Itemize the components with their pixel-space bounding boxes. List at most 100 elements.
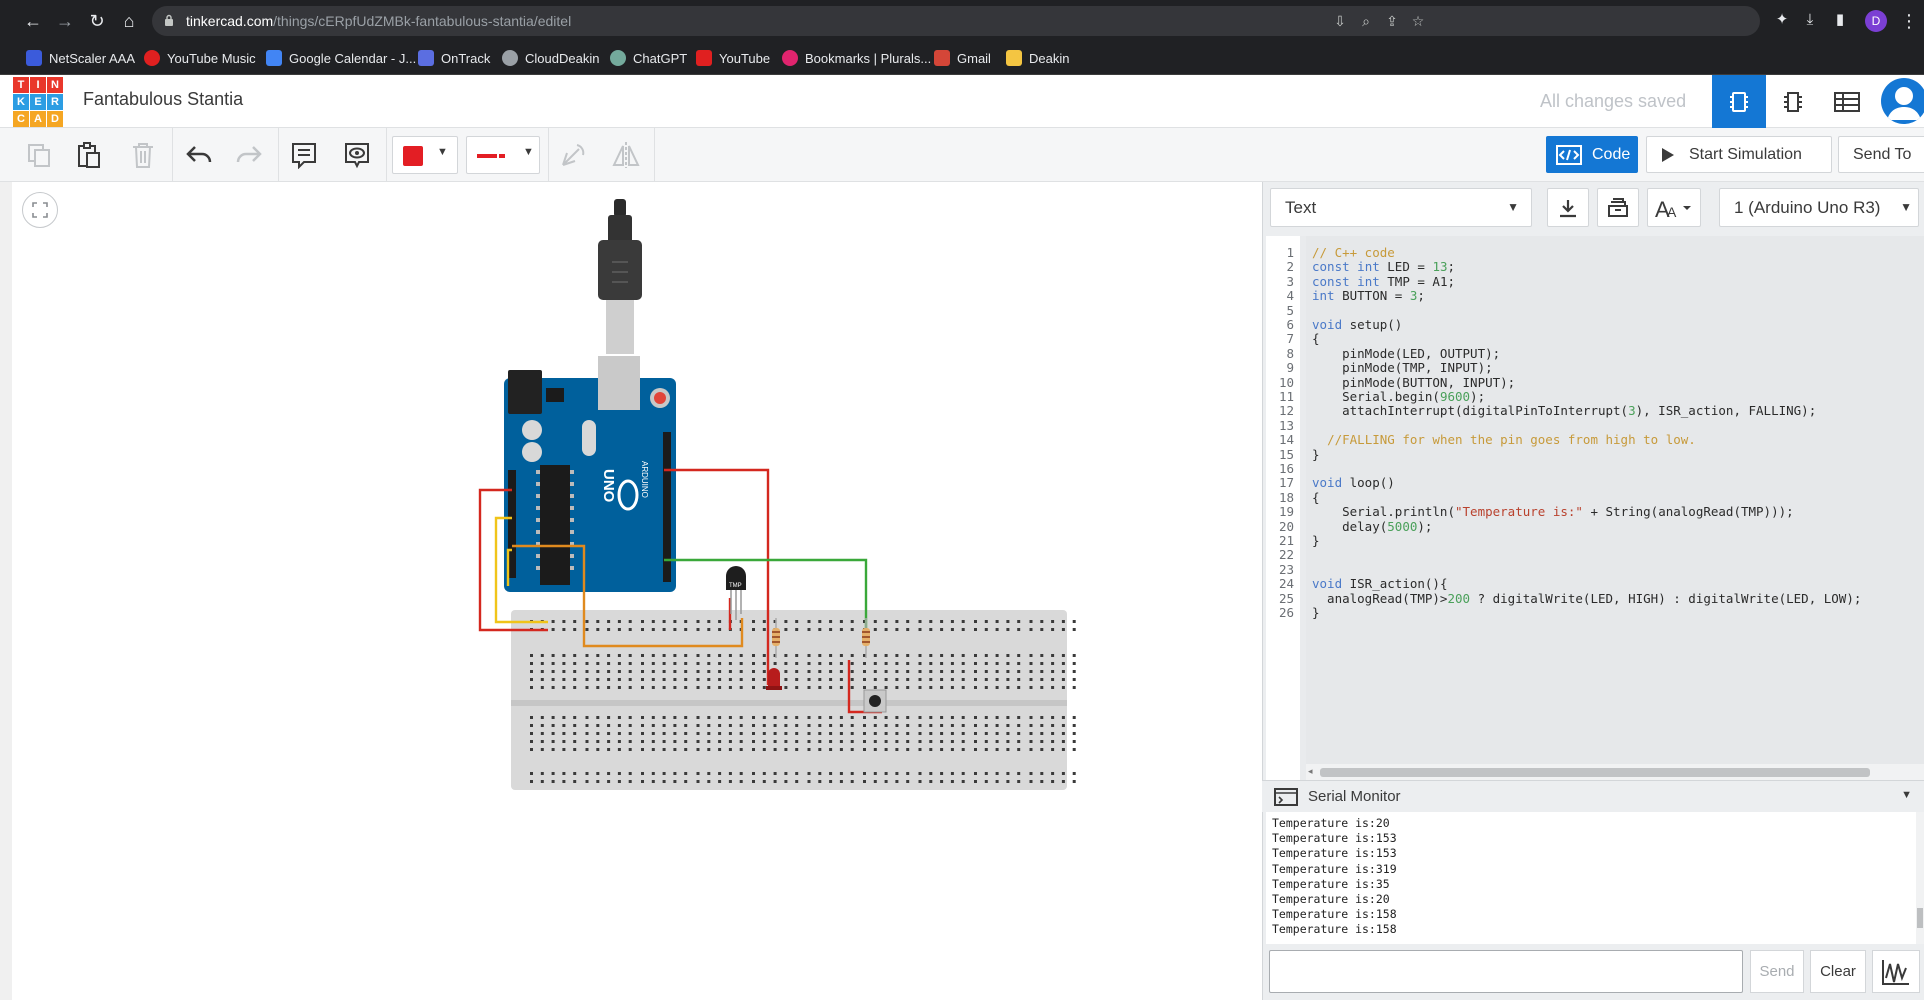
- breadboard-hole[interactable]: [596, 740, 600, 743]
- breadboard-hole[interactable]: [752, 628, 755, 631]
- breadboard-hole[interactable]: [829, 654, 833, 657]
- serial-input[interactable]: [1269, 950, 1743, 993]
- breadboard-hole[interactable]: [696, 654, 700, 657]
- breadboard-hole[interactable]: [884, 654, 888, 657]
- breadboard-hole[interactable]: [718, 654, 722, 657]
- breadboard-hole[interactable]: [573, 732, 577, 735]
- breadboard-hole[interactable]: [1072, 716, 1076, 719]
- breadboard-hole[interactable]: [762, 662, 766, 665]
- breadboard-hole[interactable]: [1006, 772, 1010, 775]
- breadboard-hole[interactable]: [950, 748, 954, 751]
- serial-monitor-header[interactable]: Serial Monitor ▼: [1262, 780, 1924, 812]
- breadboard-hole[interactable]: [1061, 654, 1065, 657]
- breadboard-hole[interactable]: [718, 628, 722, 631]
- breadboard-hole[interactable]: [696, 732, 700, 735]
- breadboard-hole[interactable]: [651, 678, 655, 681]
- breadboard-hole[interactable]: [651, 748, 655, 751]
- breadboard-hole[interactable]: [784, 716, 788, 719]
- breadboard-hole[interactable]: [906, 678, 910, 681]
- breadboard-hole[interactable]: [762, 772, 766, 775]
- breadboard-hole[interactable]: [839, 716, 843, 719]
- breadboard-hole[interactable]: [551, 662, 555, 665]
- breadboard-hole[interactable]: [628, 740, 632, 743]
- code-line[interactable]: analogRead(TMP)>200 ? digitalWrite(LED, …: [1312, 590, 1861, 608]
- breadboard-hole[interactable]: [728, 732, 732, 735]
- bookmark-item[interactable]: YouTube: [696, 48, 770, 68]
- breadboard-hole[interactable]: [551, 716, 555, 719]
- breadboard-hole[interactable]: [1017, 670, 1021, 673]
- breadboard-hole[interactable]: [762, 686, 766, 689]
- side-panel-icon[interactable]: ▮: [1830, 10, 1850, 30]
- breadboard-hole[interactable]: [974, 732, 977, 735]
- breadboard-hole[interactable]: [1006, 780, 1010, 783]
- breadboard-hole[interactable]: [762, 740, 766, 743]
- breadboard-hole[interactable]: [950, 716, 954, 719]
- breadboard-hole[interactable]: [651, 740, 655, 743]
- chevron-down-icon[interactable]: ▼: [1901, 789, 1912, 801]
- breadboard-hole[interactable]: [940, 628, 944, 631]
- breadboard-hole[interactable]: [929, 740, 933, 743]
- breadboard-hole[interactable]: [961, 732, 965, 735]
- breadboard-hole[interactable]: [807, 732, 811, 735]
- breadboard-hole[interactable]: [950, 772, 954, 775]
- breadboard-hole[interactable]: [929, 686, 933, 689]
- breadboard-hole[interactable]: [818, 678, 822, 681]
- breadboard-hole[interactable]: [562, 662, 566, 665]
- breadboard-hole[interactable]: [918, 724, 922, 727]
- breadboard-hole[interactable]: [873, 716, 877, 719]
- breadboard-hole[interactable]: [651, 724, 655, 727]
- breadboard-hole[interactable]: [585, 732, 589, 735]
- breadboard-hole[interactable]: [1040, 740, 1044, 743]
- breadboard-hole[interactable]: [784, 748, 788, 751]
- breadboard-hole[interactable]: [818, 772, 822, 775]
- breadboard-hole[interactable]: [995, 662, 999, 665]
- breadboard-hole[interactable]: [829, 732, 833, 735]
- breadboard-hole[interactable]: [707, 780, 711, 783]
- code-line[interactable]: }: [1312, 604, 1320, 622]
- breadboard-hole[interactable]: [1061, 628, 1065, 631]
- breadboard-hole[interactable]: [818, 620, 822, 623]
- breadboard-hole[interactable]: [540, 724, 544, 727]
- breadboard-hole[interactable]: [562, 678, 566, 681]
- fit-view-button[interactable]: [22, 192, 58, 228]
- breadboard-hole[interactable]: [628, 654, 632, 657]
- breadboard-hole[interactable]: [1017, 732, 1021, 735]
- breadboard-hole[interactable]: [873, 732, 877, 735]
- breadboard-hole[interactable]: [1029, 716, 1033, 719]
- breadboard-hole[interactable]: [662, 732, 666, 735]
- reload-icon[interactable]: ↻: [84, 8, 110, 34]
- breadboard-hole[interactable]: [628, 732, 632, 735]
- breadboard-hole[interactable]: [585, 678, 589, 681]
- breadboard-hole[interactable]: [573, 662, 577, 665]
- breadboard-hole[interactable]: [662, 748, 666, 751]
- breadboard-hole[interactable]: [641, 662, 644, 665]
- breadboard-hole[interactable]: [651, 628, 655, 631]
- breadboard-hole[interactable]: [795, 628, 799, 631]
- breadboard-hole[interactable]: [984, 686, 988, 689]
- breadboard-hole[interactable]: [707, 748, 711, 751]
- breadboard-hole[interactable]: [1029, 724, 1033, 727]
- breadboard-hole[interactable]: [1061, 732, 1065, 735]
- breadboard-hole[interactable]: [961, 628, 965, 631]
- breadboard-hole[interactable]: [995, 772, 999, 775]
- breadboard-hole[interactable]: [551, 686, 555, 689]
- breadboard-hole[interactable]: [673, 620, 677, 623]
- breadboard-hole[interactable]: [617, 620, 621, 623]
- breadboard-hole[interactable]: [728, 678, 732, 681]
- breadboard-hole[interactable]: [739, 732, 743, 735]
- breadboard-hole[interactable]: [1006, 620, 1010, 623]
- breadboard-hole[interactable]: [596, 724, 600, 727]
- breadboard-hole[interactable]: [628, 724, 632, 727]
- breadboard-hole[interactable]: [696, 780, 700, 783]
- breadboard-hole[interactable]: [551, 678, 555, 681]
- breadboard-hole[interactable]: [873, 780, 877, 783]
- breadboard-hole[interactable]: [795, 732, 799, 735]
- downloads-icon[interactable]: ⤓: [1800, 10, 1820, 30]
- breadboard-hole[interactable]: [795, 678, 799, 681]
- breadboard-hole[interactable]: [617, 670, 621, 673]
- breadboard-hole[interactable]: [707, 716, 711, 719]
- breadboard-hole[interactable]: [628, 716, 632, 719]
- breadboard-hole[interactable]: [628, 628, 632, 631]
- bookmark-item[interactable]: ChatGPT: [610, 48, 687, 68]
- breadboard-hole[interactable]: [995, 686, 999, 689]
